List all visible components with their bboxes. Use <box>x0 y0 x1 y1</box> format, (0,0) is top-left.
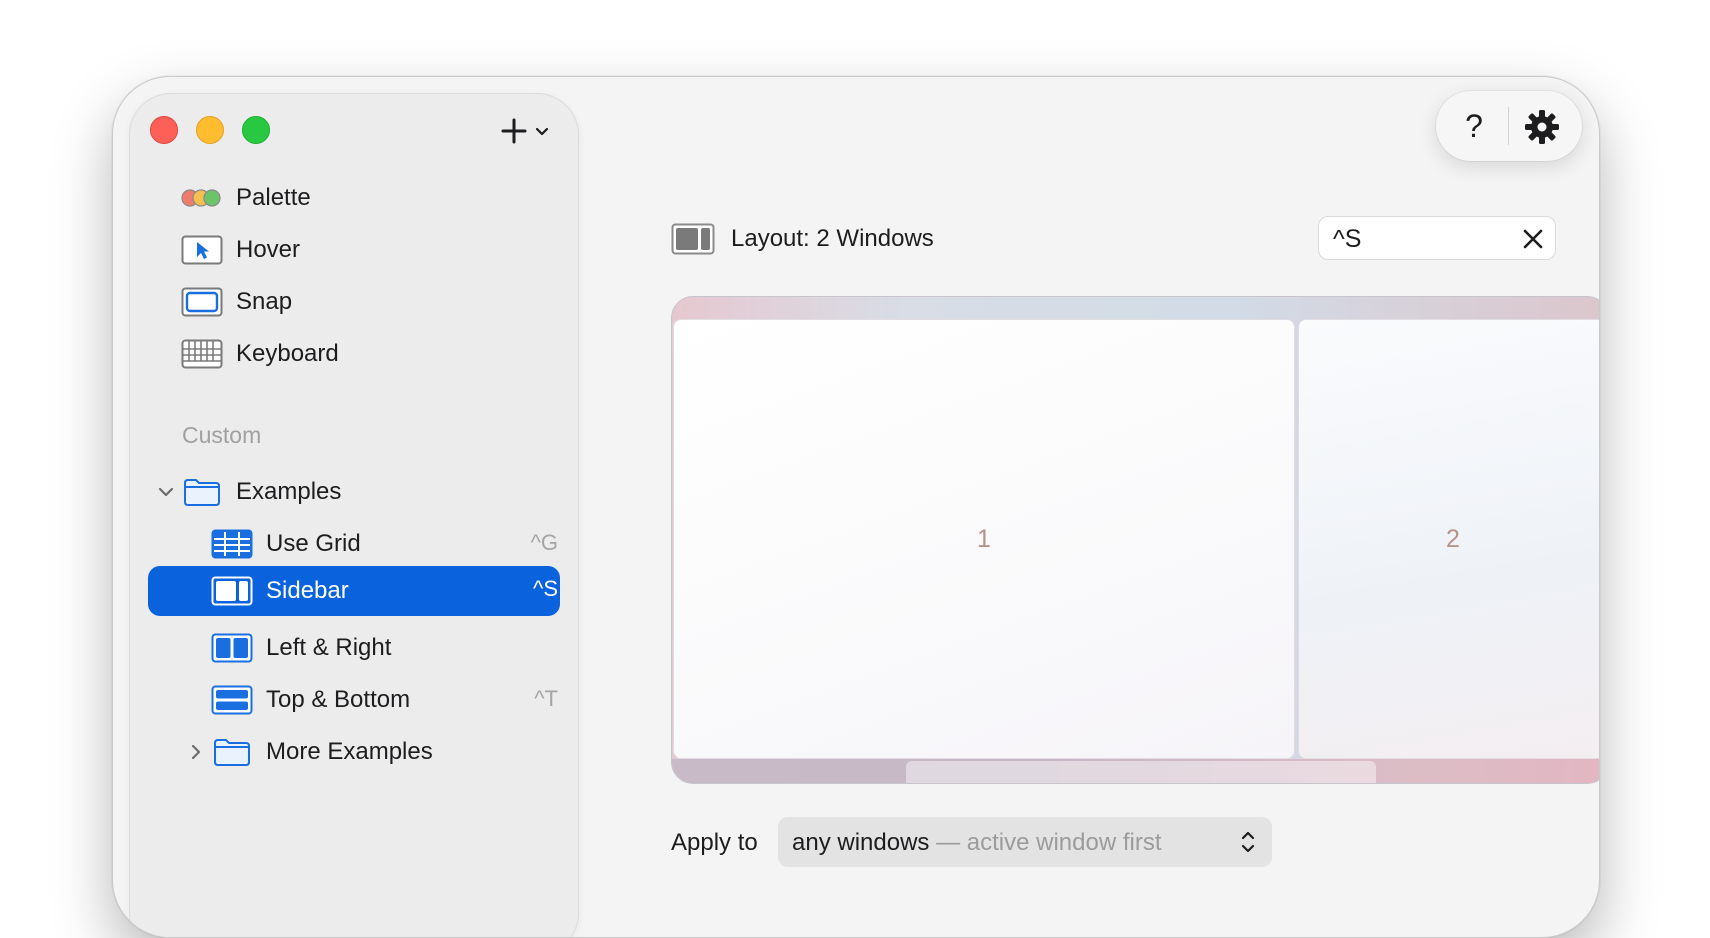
layout-item-label: Use Grid <box>266 530 361 557</box>
sidebar: Palette Hover Snap Keyboard Custom Examp… <box>129 93 579 937</box>
layout-item-label: Left & Right <box>266 634 392 661</box>
sidebar-item-keyboard[interactable]: Keyboard <box>180 332 339 376</box>
close-window-button[interactable] <box>150 116 178 144</box>
toolbar-divider <box>1508 107 1509 145</box>
sidebar-item-hover[interactable]: Hover <box>180 228 300 272</box>
minimize-window-button[interactable] <box>196 116 224 144</box>
add-menu-button[interactable] <box>500 114 564 148</box>
layout-title: Layout: 2 Windows <box>671 219 934 259</box>
folder-more-examples[interactable]: More Examples <box>210 730 433 774</box>
toolbar-group: ? <box>1436 91 1582 161</box>
preview-pane-2[interactable]: 2 <box>1298 319 1599 759</box>
grid-icon <box>210 529 254 559</box>
preview-pane-1[interactable]: 1 <box>673 319 1295 759</box>
top-bottom-layout-icon <box>210 685 254 715</box>
shortcut-label: ^T <box>534 686 558 711</box>
sidebar-layout-icon <box>210 576 254 606</box>
layout-preview: 1 2 <box>671 296 1599 784</box>
layout-item-label: Top & Bottom <box>266 686 411 713</box>
app-window: Palette Hover Snap Keyboard Custom Examp… <box>112 76 1600 938</box>
sidebar-item-label: Palette <box>236 184 311 211</box>
page-title: Layout: 2 Windows <box>731 225 934 252</box>
sidebar-item-snap[interactable]: Snap <box>180 280 292 324</box>
chevron-down-icon <box>535 127 549 136</box>
apply-value-text: any windows <box>792 829 930 856</box>
apply-suffix: active window first <box>966 829 1162 856</box>
palette-icon <box>180 183 224 213</box>
cursor-icon <box>180 235 224 265</box>
sidebar-item-label: Keyboard <box>236 340 339 367</box>
shortcut-value: ^S <box>1333 225 1362 253</box>
zoom-window-button[interactable] <box>242 116 270 144</box>
pane-number: 1 <box>977 524 991 553</box>
help-button[interactable]: ? <box>1454 105 1494 147</box>
layout-item-sidebar[interactable]: Sidebar <box>210 569 349 613</box>
disclosure-collapsed-icon[interactable] <box>186 742 206 762</box>
preview-dock <box>906 761 1376 783</box>
pane-number: 2 <box>1446 524 1460 553</box>
sidebar-item-palette[interactable]: Palette <box>180 176 311 220</box>
left-right-layout-icon <box>210 633 254 663</box>
snap-window-icon <box>180 287 224 317</box>
layout-item-use-grid[interactable]: Use Grid <box>210 522 361 566</box>
chevron-updown-icon <box>1241 831 1255 853</box>
section-label-custom: Custom <box>182 422 262 448</box>
layout-item-left-right[interactable]: Left & Right <box>210 626 391 670</box>
apply-to-value: any windows — active window first <box>792 829 1161 857</box>
folder-examples[interactable]: Examples <box>180 470 341 514</box>
shortcut-recorder-field[interactable]: ^S <box>1318 216 1556 260</box>
layout-preview-icon <box>671 223 715 255</box>
apply-to-label: Apply to <box>671 829 758 856</box>
shortcut-label: ^G <box>530 530 558 555</box>
clear-shortcut-icon[interactable] <box>1521 227 1545 251</box>
apply-dash: — <box>929 829 967 856</box>
layout-item-label: Sidebar <box>266 577 349 604</box>
apply-to-select[interactable]: any windows — active window first <box>778 817 1272 867</box>
gear-icon[interactable] <box>1522 107 1562 147</box>
plus-icon <box>501 118 527 144</box>
folder-label: More Examples <box>266 738 433 765</box>
folder-icon <box>180 477 224 507</box>
shortcut-label: ^S <box>533 576 558 601</box>
layout-item-top-bottom[interactable]: Top & Bottom <box>210 678 410 722</box>
folder-label: Examples <box>236 478 342 505</box>
sidebar-item-label: Hover <box>236 236 301 263</box>
sidebar-item-label: Snap <box>236 288 293 315</box>
disclosure-expanded-icon[interactable] <box>156 482 176 502</box>
folder-icon <box>210 737 254 767</box>
keyboard-icon <box>180 339 224 369</box>
